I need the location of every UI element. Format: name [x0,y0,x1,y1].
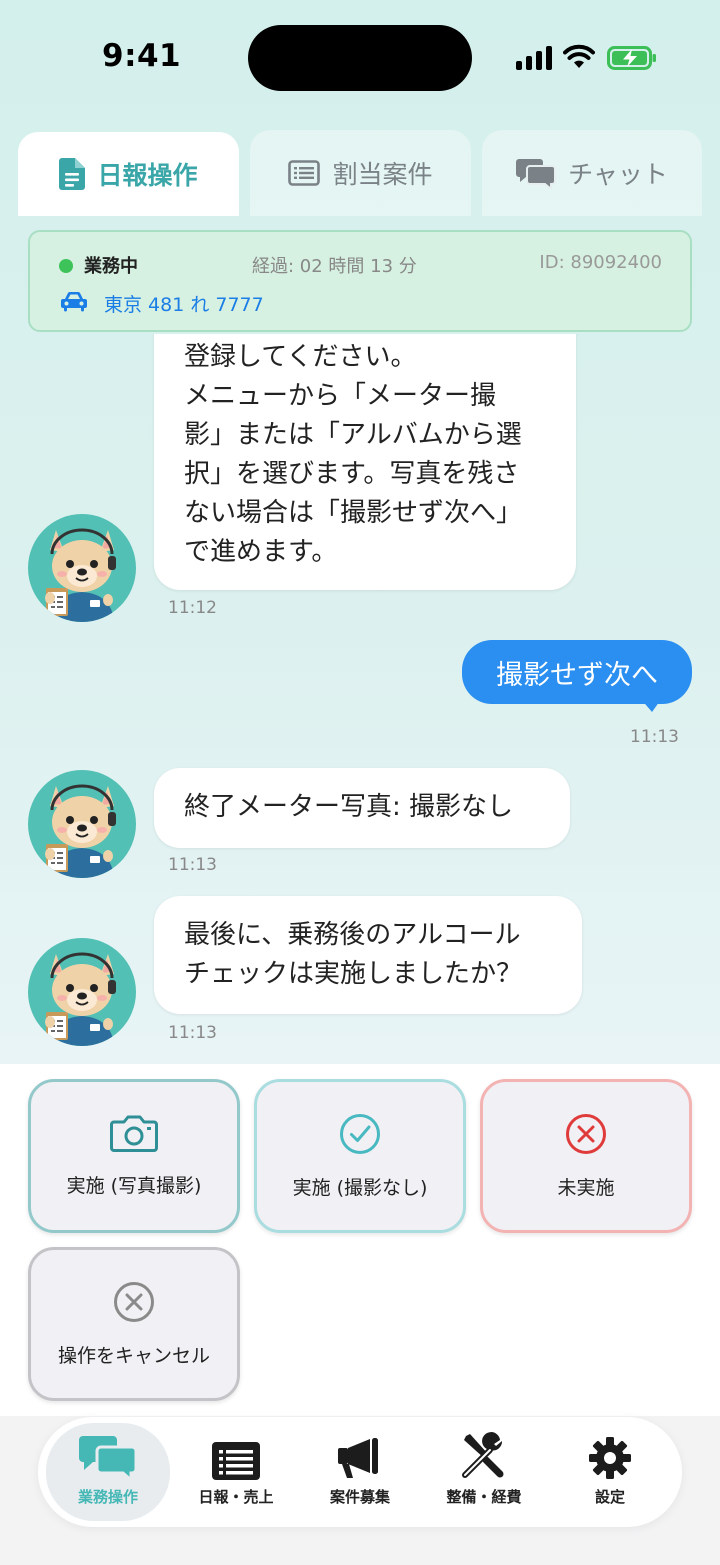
elapsed-time: 経過: 02 時間 13 分 [252,256,417,277]
nav-label: 業務操作 [77,1488,138,1506]
message-time: 11:13 [168,1023,217,1043]
nav-job-board[interactable]: 案件募集 [298,1423,422,1521]
battery-charging-icon [607,46,656,70]
wifi-icon [563,44,595,68]
action-label: 操作をキャンセル [57,1344,210,1367]
message-time: 11:13 [168,855,217,875]
chat-bubbles-icon [516,159,557,189]
bot-avatar [28,514,136,622]
document-icon [59,158,86,190]
message-line: 択」を選びます。写真を残さ [184,459,520,489]
tab-chat[interactable]: チャット [482,130,702,216]
action-label: 実施 (写真撮影) [66,1174,202,1197]
work-status-card: 業務中 経過: 02 時間 13 分 ID: 89092400 東京 481 れ… [28,230,692,332]
message-line: チェックは実施しましたか？ [184,959,523,989]
chat-bubbles-icon [79,1436,137,1480]
gear-icon [589,1437,631,1479]
work-status: 業務中 [84,256,138,277]
quick-reply-panel: 実施 (写真撮影) 実施 (撮影なし) 未実施 操作をキャンセル [0,1064,720,1416]
chat-thread[interactable]: 登録してください。 メニューから「メーター撮 影」または「アルバムから選 択」を… [0,334,720,1064]
tools-icon [462,1432,504,1478]
message-line: 最後に、乗務後のアルコール [184,920,521,950]
nav-operations[interactable]: 業務操作 [46,1423,170,1521]
message-line: ない場合は「撮影せず次へ」 [184,498,523,528]
cancel-operation-button[interactable]: 操作をキャンセル [28,1247,240,1401]
dynamic-island [248,25,472,91]
done-without-photo-button[interactable]: 実施 (撮影なし) [254,1079,466,1233]
nav-label: 設定 [594,1488,625,1506]
message-time: 11:13 [630,727,679,747]
car-icon [61,291,87,312]
tab-label: チャット [568,160,668,189]
message-line: 影」または「アルバムから選 [184,420,522,450]
message-line: 登録してください。 [184,342,417,372]
action-label: 実施 (撮影なし) [292,1176,428,1199]
list-icon [212,1442,260,1480]
bottom-nav: 業務操作 日報・売上 案件募集 整備・経費 設定 [38,1417,682,1527]
check-circle-icon [340,1113,380,1154]
nav-daily-sales[interactable]: 日報・売上 [174,1423,298,1521]
done-with-photo-button[interactable]: 実施 (写真撮影) [28,1079,240,1233]
vehicle-plate: 東京 481 れ 7777 [104,294,264,316]
dog-mascot-icon [45,784,116,878]
cancel-circle-icon [114,1281,154,1322]
bot-message: 終了メーター写真: 撮影なし [154,768,570,848]
message-line: メニューから「メーター撮 [184,381,497,411]
signal-icon [516,44,552,70]
status-indicator-dot [59,259,73,273]
nav-label: 日報・売上 [198,1488,274,1506]
user-message: 撮影せず次へ [462,640,692,704]
record-id: ID: 89092400 [539,252,662,273]
bot-message: 登録してください。 メニューから「メーター撮 影」または「アルバムから選 択」を… [154,334,576,590]
bot-avatar [28,770,136,878]
tab-label: 日報操作 [97,161,198,190]
not-done-button[interactable]: 未実施 [480,1079,692,1233]
x-circle-icon [566,1113,606,1154]
tab-assigned-jobs[interactable]: 割当案件 [250,130,471,216]
dog-mascot-icon [45,952,116,1046]
message-time: 11:12 [168,598,217,618]
status-bar: 9:41 [0,0,720,118]
list-icon [288,160,321,186]
camera-icon [110,1115,158,1152]
dog-mascot-icon [45,528,116,622]
action-label: 未実施 [557,1176,615,1199]
bubble-tail [640,698,662,712]
nav-label: 案件募集 [329,1488,390,1506]
tab-label: 割当案件 [332,160,433,189]
bot-message: 最後に、乗務後のアルコール チェックは実施しましたか？ [154,896,582,1014]
top-tabs: 日報操作 割当案件 チャット [18,130,702,216]
message-line: で進めます。 [184,537,338,567]
tab-daily-report[interactable]: 日報操作 [18,132,239,216]
bot-avatar [28,938,136,1046]
nav-label: 整備・経費 [446,1488,522,1506]
nav-maintenance-expenses[interactable]: 整備・経費 [422,1423,546,1521]
megaphone-icon [338,1438,378,1478]
nav-settings[interactable]: 設定 [548,1423,672,1521]
message-line: 終了メーター写真: 撮影なし [184,792,514,822]
clock: 9:41 [102,38,182,74]
